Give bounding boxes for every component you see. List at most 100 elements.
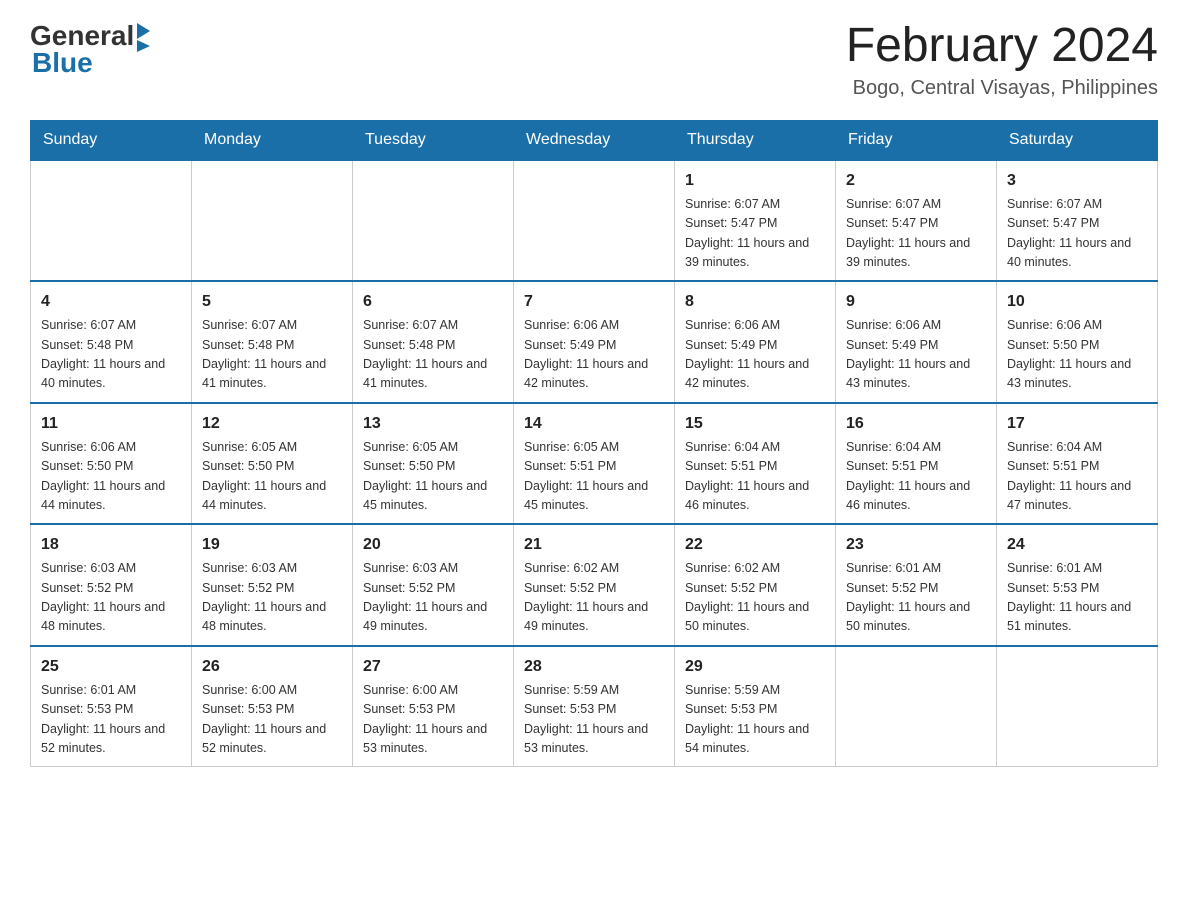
day-info: Sunrise: 6:02 AM Sunset: 5:52 PM Dayligh… [685, 559, 825, 637]
day-info: Sunrise: 6:03 AM Sunset: 5:52 PM Dayligh… [202, 559, 342, 637]
day-cell: 23Sunrise: 6:01 AM Sunset: 5:52 PM Dayli… [836, 524, 997, 646]
day-cell [997, 646, 1158, 767]
day-cell [192, 160, 353, 282]
day-cell [514, 160, 675, 282]
day-info: Sunrise: 6:06 AM Sunset: 5:50 PM Dayligh… [41, 438, 181, 516]
day-cell: 4Sunrise: 6:07 AM Sunset: 5:48 PM Daylig… [31, 281, 192, 403]
day-cell: 3Sunrise: 6:07 AM Sunset: 5:47 PM Daylig… [997, 160, 1158, 282]
day-number: 23 [846, 533, 986, 557]
day-number: 19 [202, 533, 342, 557]
day-cell: 13Sunrise: 6:05 AM Sunset: 5:50 PM Dayli… [353, 403, 514, 525]
day-info: Sunrise: 6:06 AM Sunset: 5:49 PM Dayligh… [524, 316, 664, 394]
header-sunday: Sunday [31, 120, 192, 160]
header-tuesday: Tuesday [353, 120, 514, 160]
day-info: Sunrise: 6:00 AM Sunset: 5:53 PM Dayligh… [363, 681, 503, 759]
day-number: 5 [202, 290, 342, 314]
day-cell: 29Sunrise: 5:59 AM Sunset: 5:53 PM Dayli… [675, 646, 836, 767]
day-info: Sunrise: 6:03 AM Sunset: 5:52 PM Dayligh… [363, 559, 503, 637]
day-cell: 2Sunrise: 6:07 AM Sunset: 5:47 PM Daylig… [836, 160, 997, 282]
day-number: 20 [363, 533, 503, 557]
day-cell: 18Sunrise: 6:03 AM Sunset: 5:52 PM Dayli… [31, 524, 192, 646]
day-info: Sunrise: 5:59 AM Sunset: 5:53 PM Dayligh… [524, 681, 664, 759]
day-info: Sunrise: 6:07 AM Sunset: 5:47 PM Dayligh… [846, 195, 986, 273]
day-number: 29 [685, 655, 825, 679]
day-cell: 17Sunrise: 6:04 AM Sunset: 5:51 PM Dayli… [997, 403, 1158, 525]
day-number: 4 [41, 290, 181, 314]
day-cell: 12Sunrise: 6:05 AM Sunset: 5:50 PM Dayli… [192, 403, 353, 525]
day-number: 7 [524, 290, 664, 314]
day-cell: 15Sunrise: 6:04 AM Sunset: 5:51 PM Dayli… [675, 403, 836, 525]
day-number: 12 [202, 412, 342, 436]
day-cell: 28Sunrise: 5:59 AM Sunset: 5:53 PM Dayli… [514, 646, 675, 767]
day-info: Sunrise: 6:02 AM Sunset: 5:52 PM Dayligh… [524, 559, 664, 637]
header-friday: Friday [836, 120, 997, 160]
day-number: 17 [1007, 412, 1147, 436]
day-number: 10 [1007, 290, 1147, 314]
header-saturday: Saturday [997, 120, 1158, 160]
day-info: Sunrise: 6:05 AM Sunset: 5:50 PM Dayligh… [363, 438, 503, 516]
day-cell [836, 646, 997, 767]
day-cell: 26Sunrise: 6:00 AM Sunset: 5:53 PM Dayli… [192, 646, 353, 767]
day-cell: 8Sunrise: 6:06 AM Sunset: 5:49 PM Daylig… [675, 281, 836, 403]
day-number: 15 [685, 412, 825, 436]
day-number: 16 [846, 412, 986, 436]
header-wednesday: Wednesday [514, 120, 675, 160]
day-info: Sunrise: 6:05 AM Sunset: 5:50 PM Dayligh… [202, 438, 342, 516]
day-info: Sunrise: 6:04 AM Sunset: 5:51 PM Dayligh… [685, 438, 825, 516]
day-cell: 21Sunrise: 6:02 AM Sunset: 5:52 PM Dayli… [514, 524, 675, 646]
day-info: Sunrise: 5:59 AM Sunset: 5:53 PM Dayligh… [685, 681, 825, 759]
day-info: Sunrise: 6:07 AM Sunset: 5:48 PM Dayligh… [41, 316, 181, 394]
day-number: 21 [524, 533, 664, 557]
day-info: Sunrise: 6:07 AM Sunset: 5:48 PM Dayligh… [363, 316, 503, 394]
day-number: 6 [363, 290, 503, 314]
logo-text-blue: Blue [32, 47, 93, 79]
page-header: General Blue February 2024 Bogo, Central… [30, 20, 1158, 100]
month-title: February 2024 [846, 20, 1158, 73]
day-cell: 16Sunrise: 6:04 AM Sunset: 5:51 PM Dayli… [836, 403, 997, 525]
day-number: 28 [524, 655, 664, 679]
day-number: 27 [363, 655, 503, 679]
day-cell: 11Sunrise: 6:06 AM Sunset: 5:50 PM Dayli… [31, 403, 192, 525]
day-number: 13 [363, 412, 503, 436]
day-number: 14 [524, 412, 664, 436]
day-number: 18 [41, 533, 181, 557]
day-info: Sunrise: 6:04 AM Sunset: 5:51 PM Dayligh… [846, 438, 986, 516]
day-info: Sunrise: 6:00 AM Sunset: 5:53 PM Dayligh… [202, 681, 342, 759]
header-monday: Monday [192, 120, 353, 160]
day-number: 25 [41, 655, 181, 679]
day-cell: 5Sunrise: 6:07 AM Sunset: 5:48 PM Daylig… [192, 281, 353, 403]
day-cell: 14Sunrise: 6:05 AM Sunset: 5:51 PM Dayli… [514, 403, 675, 525]
day-number: 24 [1007, 533, 1147, 557]
day-cell: 27Sunrise: 6:00 AM Sunset: 5:53 PM Dayli… [353, 646, 514, 767]
day-number: 3 [1007, 169, 1147, 193]
week-row-5: 25Sunrise: 6:01 AM Sunset: 5:53 PM Dayli… [31, 646, 1158, 767]
logo: General Blue [30, 20, 150, 79]
day-info: Sunrise: 6:06 AM Sunset: 5:49 PM Dayligh… [685, 316, 825, 394]
day-info: Sunrise: 6:06 AM Sunset: 5:50 PM Dayligh… [1007, 316, 1147, 394]
day-number: 8 [685, 290, 825, 314]
day-number: 11 [41, 412, 181, 436]
day-cell [31, 160, 192, 282]
calendar-table: Sunday Monday Tuesday Wednesday Thursday… [30, 120, 1158, 768]
day-number: 1 [685, 169, 825, 193]
week-row-4: 18 Sunrise: 6:03 AM Sunset: 5:52 PM Dayli… [31, 524, 1158, 646]
day-cell: 9Sunrise: 6:06 AM Sunset: 5:49 PM Daylig… [836, 281, 997, 403]
day-info: Sunrise: 6:01 AM Sunset: 5:52 PM Dayligh… [846, 559, 986, 637]
day-cell: 7Sunrise: 6:06 AM Sunset: 5:49 PM Daylig… [514, 281, 675, 403]
day-info: Sunrise: 6:04 AM Sunset: 5:51 PM Dayligh… [1007, 438, 1147, 516]
day-cell: 22Sunrise: 6:02 AM Sunset: 5:52 PM Dayli… [675, 524, 836, 646]
day-cell [353, 160, 514, 282]
title-section: February 2024 Bogo, Central Visayas, Phi… [846, 20, 1158, 100]
day-number: 22 [685, 533, 825, 557]
day-cell: 10Sunrise: 6:06 AM Sunset: 5:50 PM Dayli… [997, 281, 1158, 403]
day-cell: 6Sunrise: 6:07 AM Sunset: 5:48 PM Daylig… [353, 281, 514, 403]
day-cell: 20Sunrise: 6:03 AM Sunset: 5:52 PM Dayli… [353, 524, 514, 646]
day-number: 2 [846, 169, 986, 193]
day-info: Sunrise: 6:06 AM Sunset: 5:49 PM Dayligh… [846, 316, 986, 394]
days-header-row: Sunday Monday Tuesday Wednesday Thursday… [31, 120, 1158, 160]
day-info: Sunrise: 6:01 AM Sunset: 5:53 PM Dayligh… [41, 681, 181, 759]
day-info: Sunrise: 6:07 AM Sunset: 5:47 PM Dayligh… [685, 195, 825, 273]
day-info: Sunrise: 6:07 AM Sunset: 5:47 PM Dayligh… [1007, 195, 1147, 273]
day-number: 9 [846, 290, 986, 314]
day-cell: 19Sunrise: 6:03 AM Sunset: 5:52 PM Dayli… [192, 524, 353, 646]
